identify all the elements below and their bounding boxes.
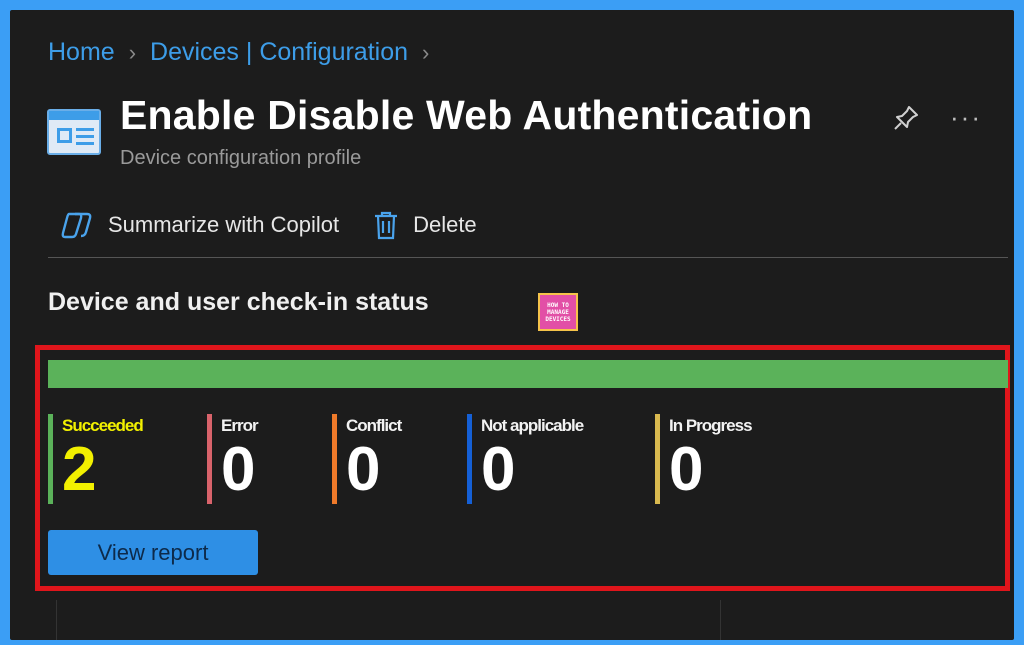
breadcrumb: Home › Devices | Configuration › (48, 38, 429, 67)
stat-label: In Progress (669, 416, 753, 435)
stat-conflict[interactable]: Conflict 0 (332, 414, 402, 506)
checkin-status-progress-bar (48, 360, 1008, 388)
stat-label: Error (221, 416, 259, 435)
stat-color-bar (467, 414, 472, 504)
stat-error[interactable]: Error 0 (207, 414, 259, 506)
stat-value: 0 (221, 435, 256, 504)
stat-in-progress[interactable]: In Progress 0 (655, 414, 753, 506)
breadcrumb-devices-link[interactable]: Devices | Configuration (150, 38, 408, 67)
delete-label: Delete (413, 212, 477, 237)
stat-color-bar (48, 414, 53, 504)
delete-button[interactable]: Delete (373, 210, 477, 240)
copilot-icon (60, 210, 94, 240)
stat-value: 0 (346, 435, 381, 504)
stat-color-bar (332, 414, 337, 504)
more-options-icon[interactable]: ··· (950, 102, 982, 133)
section-title: Device and user check-in status (48, 288, 429, 316)
summarize-copilot-button[interactable]: Summarize with Copilot (60, 210, 339, 240)
device-profile-pane: Home › Devices | Configuration › Enable … (10, 10, 1014, 640)
chevron-right-icon: › (128, 39, 137, 65)
stat-succeeded[interactable]: Succeeded 2 (48, 414, 144, 506)
stat-label: Succeeded (62, 416, 144, 435)
chevron-right-icon: › (422, 39, 430, 65)
stat-color-bar (655, 414, 660, 504)
stat-not-applicable[interactable]: Not applicable 0 (467, 414, 584, 506)
lower-panel-edge (56, 600, 721, 640)
stat-value: 0 (669, 435, 704, 504)
stat-value: 0 (481, 435, 516, 504)
page-subtitle: Device configuration profile (120, 147, 362, 169)
divider (48, 257, 1008, 258)
pin-icon[interactable] (890, 102, 922, 134)
view-report-button[interactable]: View report (48, 530, 258, 575)
breadcrumb-home-link[interactable]: Home (48, 38, 115, 67)
summarize-copilot-label: Summarize with Copilot (108, 212, 340, 237)
watermark-logo: HOW TO MANAGE DEVICES (538, 293, 578, 331)
stat-value: 2 (62, 435, 97, 504)
page-title: Enable Disable Web Authentication (120, 92, 813, 138)
configuration-profile-icon (47, 109, 101, 155)
stat-label: Conflict (346, 416, 402, 435)
stat-color-bar (207, 414, 212, 504)
trash-icon (373, 210, 399, 240)
toolbar: Summarize with Copilot Delete (60, 210, 477, 240)
stat-label: Not applicable (481, 416, 584, 435)
